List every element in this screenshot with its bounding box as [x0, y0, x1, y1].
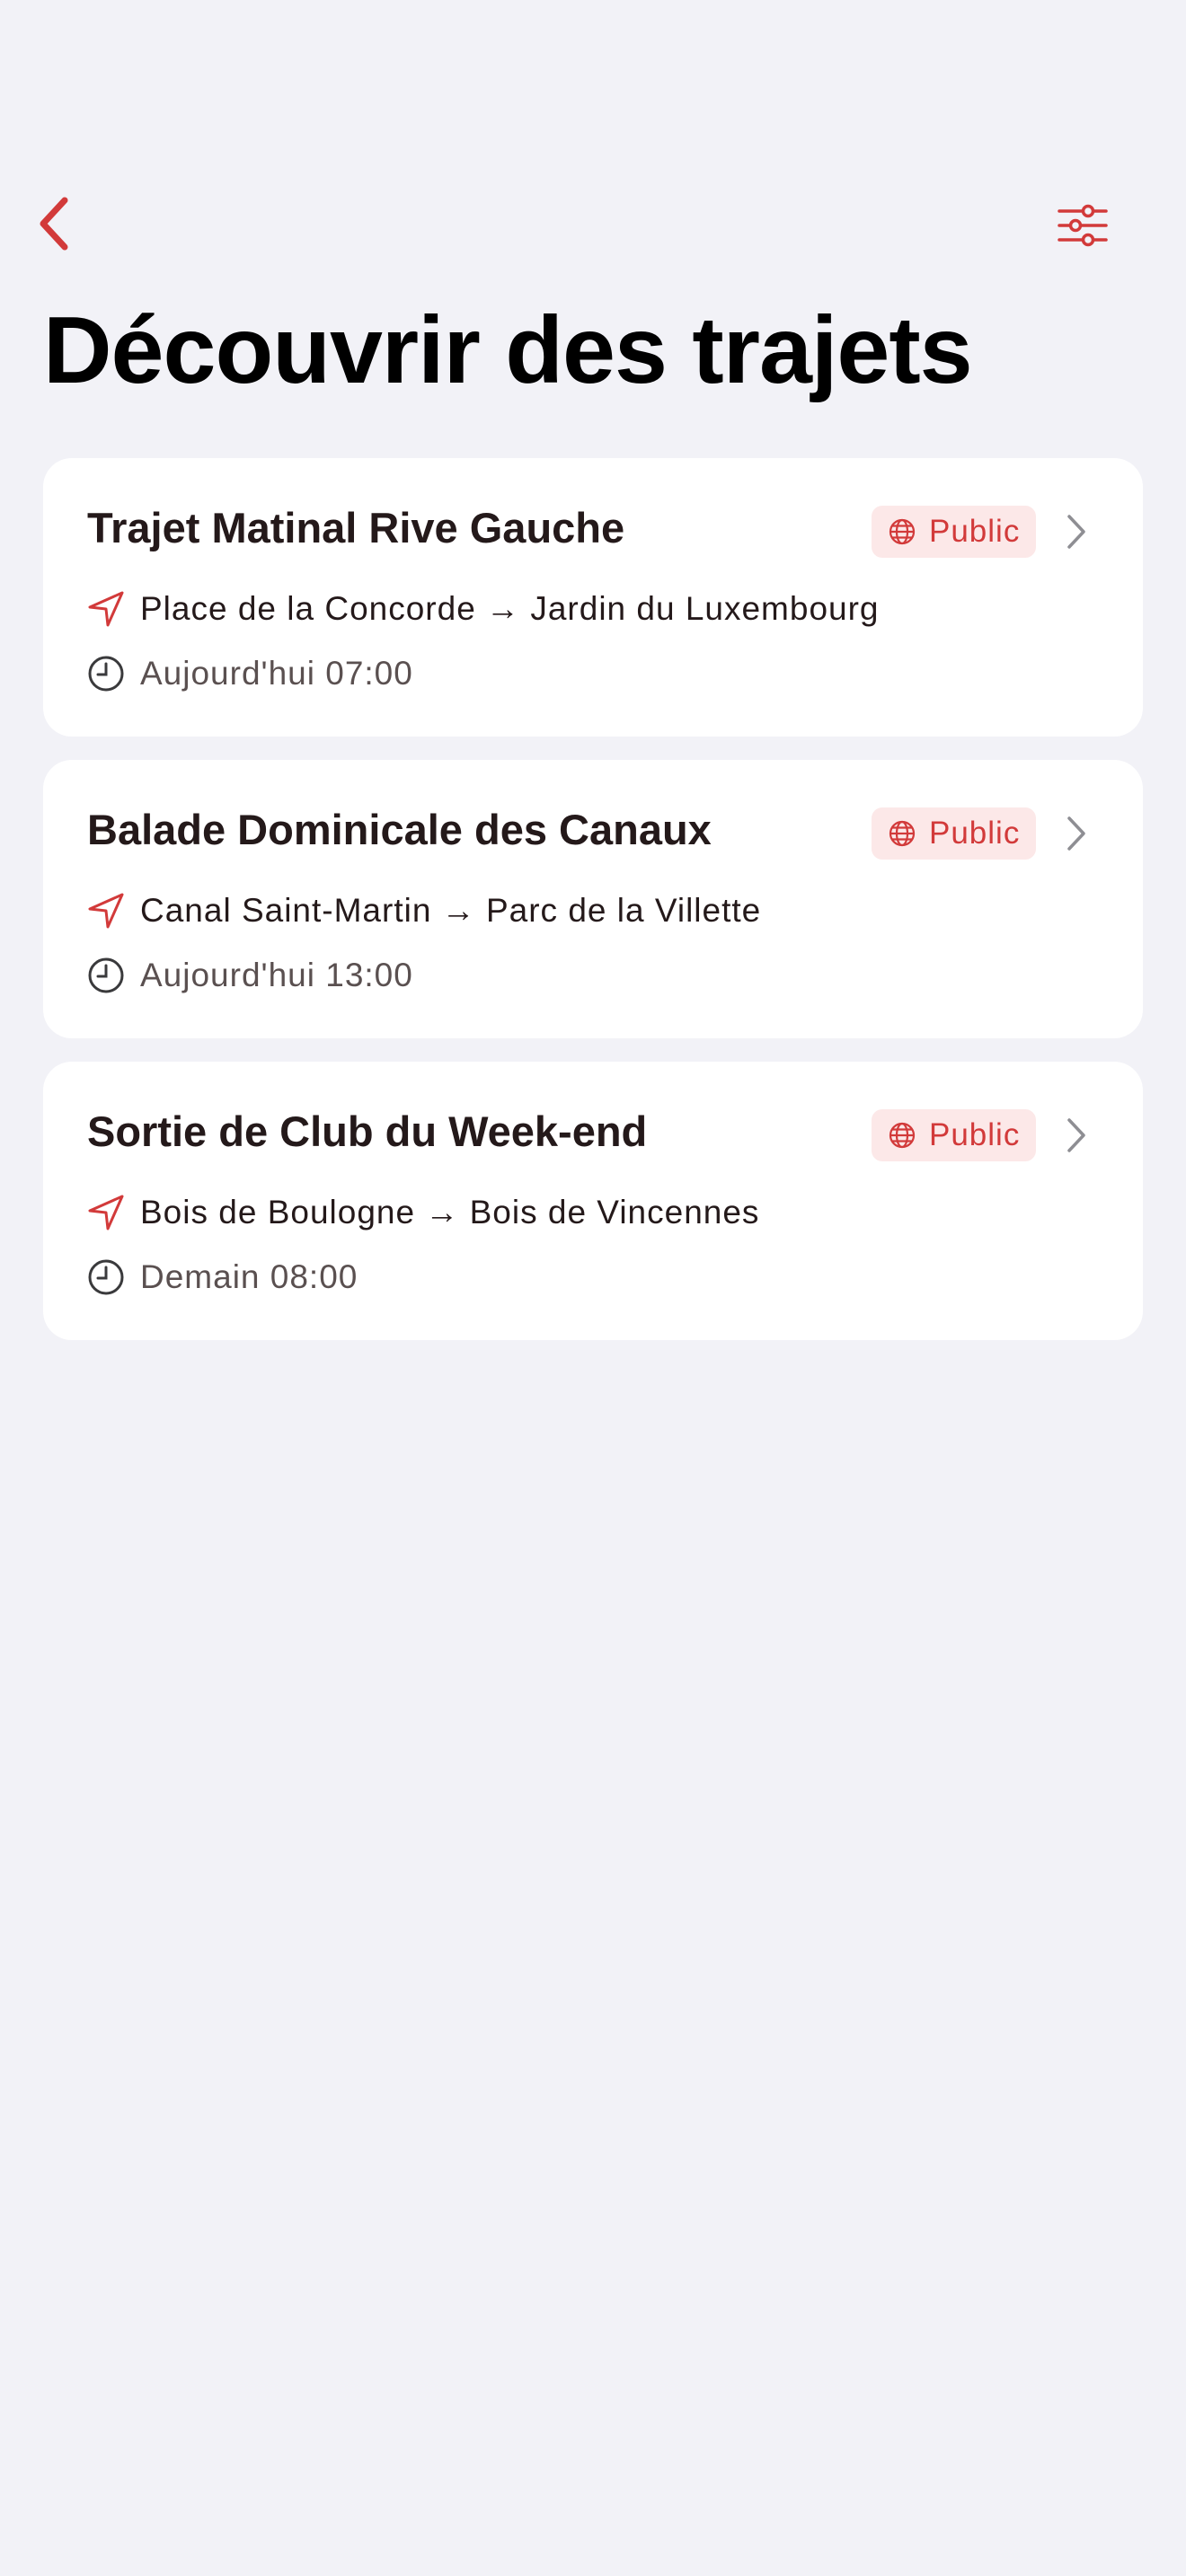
chevron-right-icon	[1060, 1116, 1093, 1155]
time-row: Aujourd'hui 13:00	[86, 954, 413, 997]
sliders-icon	[1058, 204, 1108, 247]
chevron-right-icon	[1060, 512, 1093, 551]
time-row: Demain 08:00	[86, 1256, 358, 1299]
clock-icon	[86, 654, 126, 693]
route-row: Bois de Boulogne → Bois de Vincennes	[86, 1191, 759, 1234]
navigation-arrow-icon	[86, 589, 126, 629]
clock-icon	[86, 956, 126, 995]
route-text: Canal Saint-Martin → Parc de la Villette	[140, 892, 762, 929]
route-text: Bois de Boulogne → Bois de Vincennes	[140, 1194, 760, 1231]
page-title: Découvrir des trajets	[43, 297, 973, 403]
trip-title: Trajet Matinal Rive Gauche	[87, 504, 625, 551]
filter-button[interactable]	[1049, 196, 1116, 255]
visibility-badge: Public	[872, 506, 1037, 558]
trip-card[interactable]: Balade Dominicale des Canaux Public Cana…	[43, 760, 1143, 1038]
globe-icon	[888, 819, 916, 848]
chevron-left-icon	[36, 197, 72, 251]
navigation-arrow-icon	[86, 891, 126, 931]
trip-card[interactable]: Sortie de Club du Week-end Public Bois d…	[43, 1062, 1143, 1340]
navigation-arrow-icon	[86, 1193, 126, 1232]
time-text: Demain 08:00	[140, 1258, 358, 1295]
time-row: Aujourd'hui 07:00	[86, 652, 413, 695]
back-button[interactable]	[27, 192, 81, 255]
trip-list: Trajet Matinal Rive Gauche Public Place …	[43, 458, 1143, 1363]
clock-icon	[86, 1257, 126, 1297]
trip-title: Sortie de Club du Week-end	[87, 1107, 648, 1155]
visibility-badge: Public	[872, 1109, 1037, 1161]
route-text: Place de la Concorde → Jardin du Luxembo…	[140, 590, 880, 627]
time-text: Aujourd'hui 13:00	[140, 957, 413, 993]
route-row: Canal Saint-Martin → Parc de la Villette	[86, 889, 761, 932]
trip-title: Balade Dominicale des Canaux	[87, 806, 712, 853]
time-text: Aujourd'hui 07:00	[140, 655, 413, 692]
badge-label: Public	[929, 514, 1021, 549]
route-row: Place de la Concorde → Jardin du Luxembo…	[86, 587, 880, 631]
globe-icon	[888, 517, 916, 546]
chevron-right-icon	[1060, 814, 1093, 853]
visibility-badge: Public	[872, 807, 1037, 860]
trip-card[interactable]: Trajet Matinal Rive Gauche Public Place …	[43, 458, 1143, 737]
globe-icon	[888, 1121, 916, 1150]
badge-label: Public	[929, 1117, 1021, 1152]
badge-label: Public	[929, 816, 1021, 851]
